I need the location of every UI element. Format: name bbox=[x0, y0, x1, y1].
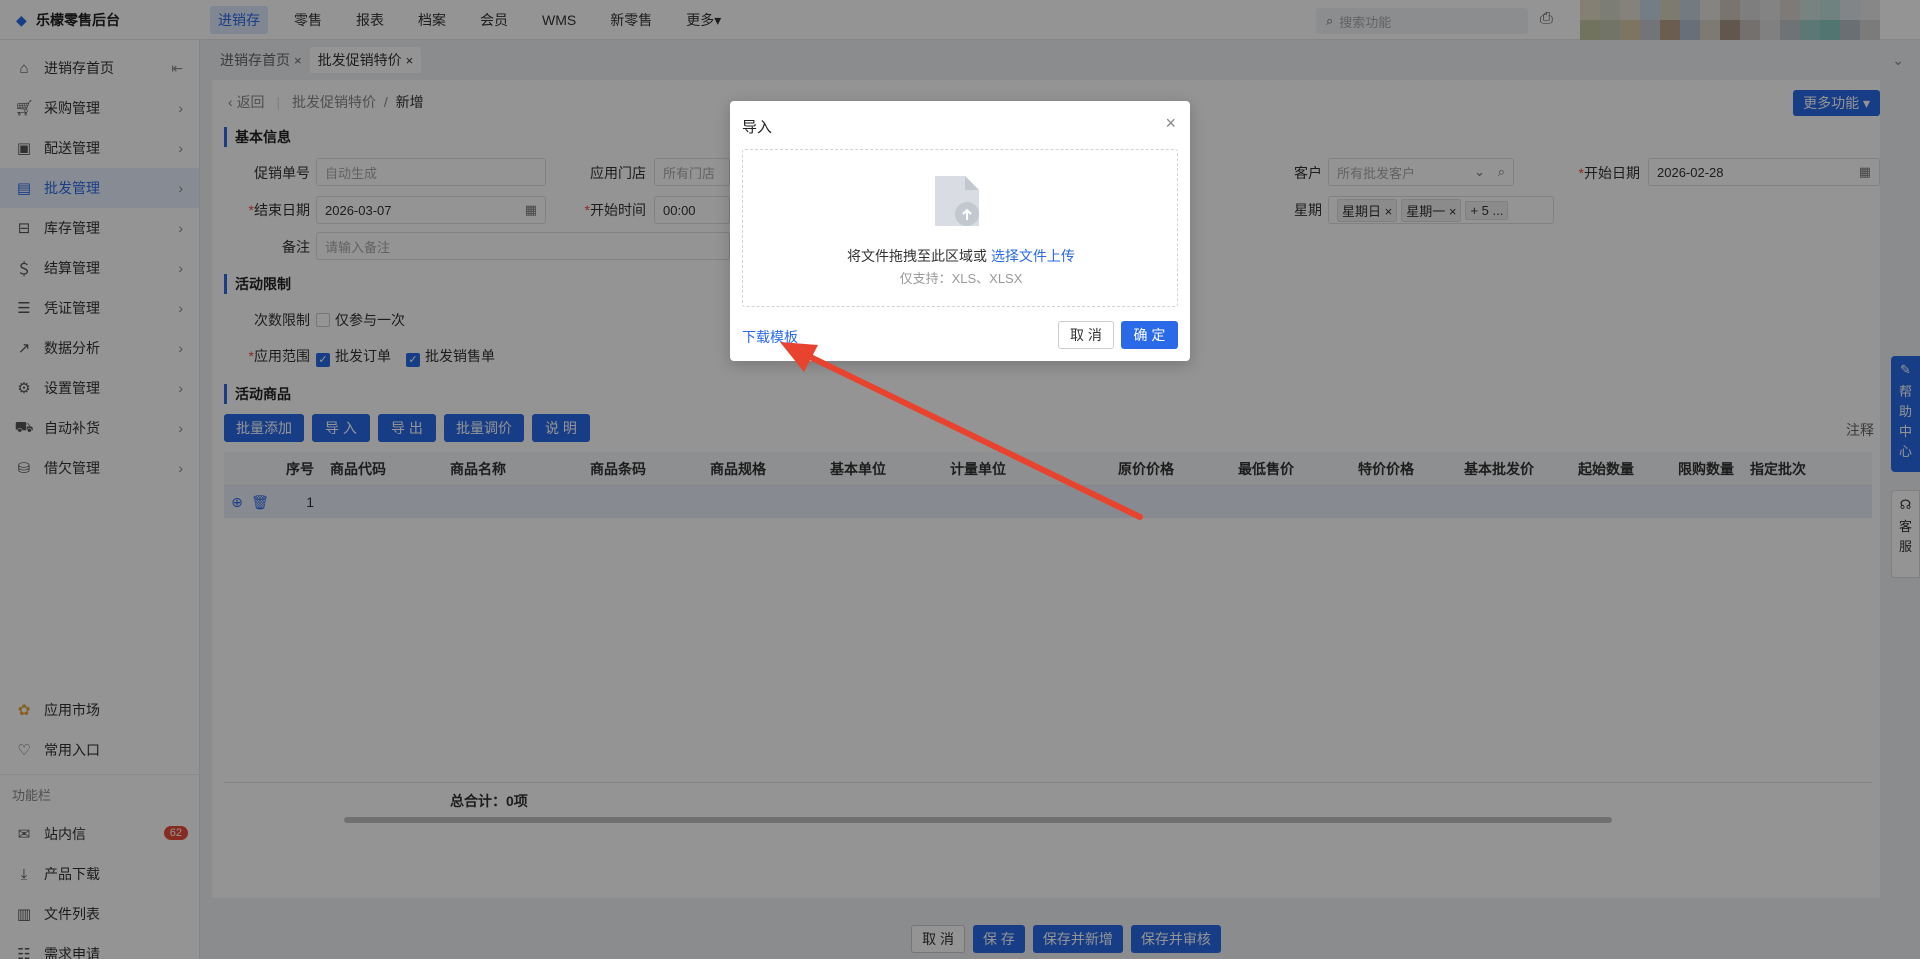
file-drop-zone[interactable]: 将文件拖拽至此区域或 选择文件上传 仅支持：XLS、XLSX bbox=[742, 149, 1178, 307]
cloud-upload-file-icon bbox=[935, 176, 979, 226]
drop-instruction: 将文件拖拽至此区域或 选择文件上传 bbox=[847, 248, 1075, 264]
import-dialog: 导入 × 将文件拖拽至此区域或 选择文件上传 仅支持：XLS、XLSX 下载模板… bbox=[730, 101, 1190, 361]
download-template-link[interactable]: 下载模板 bbox=[742, 327, 798, 347]
close-icon[interactable]: × bbox=[1165, 113, 1176, 134]
dialog-confirm-button[interactable]: 确 定 bbox=[1121, 321, 1178, 349]
dialog-title: 导入 bbox=[742, 119, 773, 136]
dialog-cancel-button[interactable]: 取 消 bbox=[1058, 321, 1114, 349]
supported-formats: 仅支持：XLS、XLSX bbox=[899, 271, 1023, 286]
select-file-link[interactable]: 选择文件上传 bbox=[991, 248, 1075, 264]
